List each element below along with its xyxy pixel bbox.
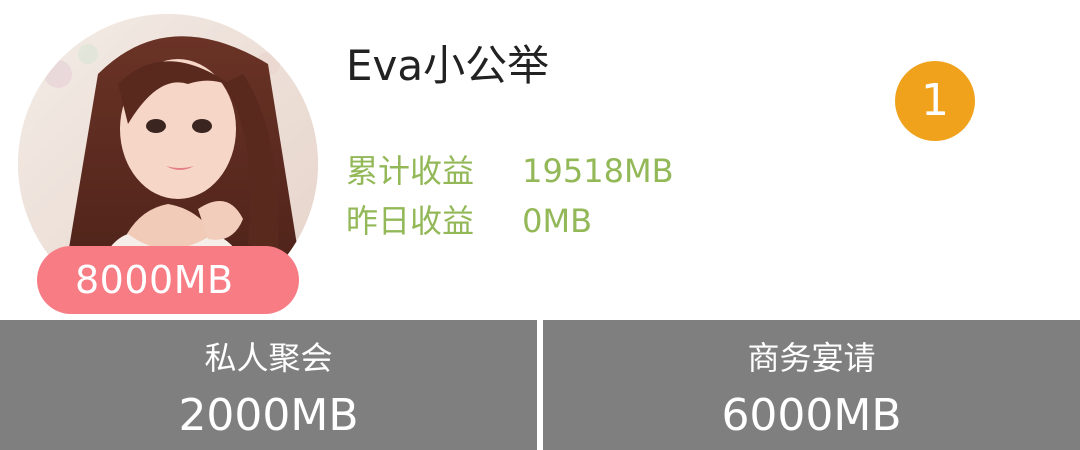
total-earnings-value: 19518MB	[522, 152, 674, 190]
service-price: 2000MB	[178, 390, 359, 441]
service-private-party[interactable]: 私人聚会 2000MB	[0, 320, 537, 450]
yesterday-earnings-row: 昨日收益 0MB	[346, 196, 674, 246]
service-name: 私人聚会	[204, 339, 333, 377]
yesterday-earnings-value: 0MB	[522, 202, 593, 240]
service-price: 6000MB	[721, 390, 902, 441]
service-name: 商务宴请	[747, 339, 876, 377]
profile-card: 8000MB Eva小公举 累计收益 19518MB 昨日收益 0MB 1 私人…	[0, 0, 1080, 450]
service-business-banquet[interactable]: 商务宴请 6000MB	[543, 320, 1080, 450]
rank-badge: 1	[895, 61, 975, 141]
price-badge: 8000MB	[37, 246, 299, 314]
yesterday-earnings-label: 昨日收益	[346, 202, 475, 240]
username: Eva小公举	[346, 41, 550, 90]
total-earnings-row: 累计收益 19518MB	[346, 146, 674, 196]
total-earnings-label: 累计收益	[346, 152, 475, 190]
service-panels: 私人聚会 2000MB 商务宴请 6000MB	[0, 320, 1080, 450]
earnings-stats: 累计收益 19518MB 昨日收益 0MB	[346, 146, 674, 246]
